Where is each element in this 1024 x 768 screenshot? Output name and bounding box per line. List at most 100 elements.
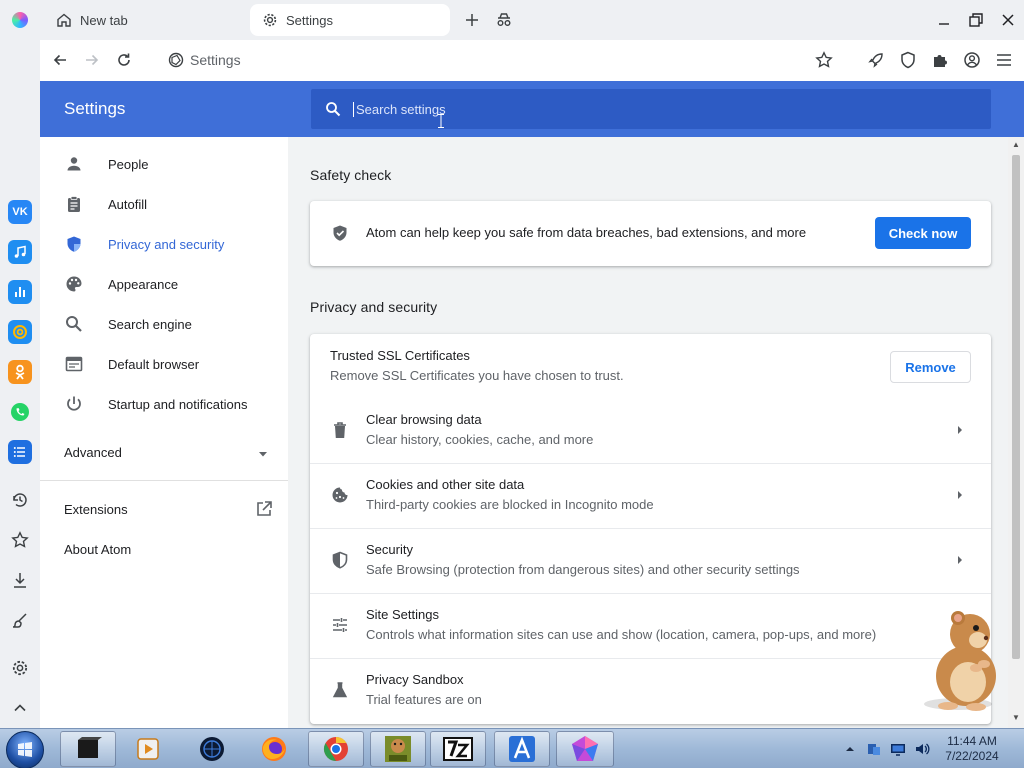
settings-main: Safety check Atom can help keep you safe… (288, 137, 1008, 728)
tab-new-tab[interactable]: New tab (44, 4, 244, 36)
search-input[interactable] (353, 101, 913, 117)
remove-button[interactable]: Remove (890, 351, 971, 383)
row-title: Privacy Sandbox (366, 672, 464, 687)
music-icon[interactable] (8, 240, 32, 264)
cookies-row[interactable]: Cookies and other site data Third-party … (310, 463, 991, 528)
list-icon[interactable] (8, 440, 32, 464)
stats-icon[interactable] (8, 280, 32, 304)
media-player-icon[interactable] (120, 731, 176, 767)
brush-icon[interactable] (10, 610, 30, 630)
address-bar[interactable]: Settings (160, 46, 800, 74)
extensions-puzzle-icon[interactable] (930, 50, 950, 70)
forward-arrow-icon[interactable] (82, 50, 102, 70)
ssl-certificates-row: Trusted SSL Certificates Remove SSL Cert… (310, 334, 991, 399)
account-icon[interactable] (962, 50, 982, 70)
chevron-right-icon (955, 424, 965, 436)
chevron-right-icon (955, 489, 965, 501)
site-settings-row[interactable]: Site Settings Controls what information … (310, 593, 991, 658)
scroll-down-arrow-icon[interactable]: ▼ (1012, 714, 1020, 722)
minimize-icon[interactable] (932, 8, 956, 32)
rocket-icon[interactable] (866, 50, 886, 70)
privacy-security-card: Trusted SSL Certificates Remove SSL Cert… (310, 334, 991, 724)
back-arrow-icon[interactable] (50, 50, 70, 70)
chrome-like-icon[interactable] (308, 731, 364, 767)
nav-item-default-browser[interactable]: Default browser (40, 344, 288, 384)
atom-logo-icon[interactable] (12, 12, 28, 28)
reload-icon[interactable] (114, 50, 134, 70)
atom-gem-icon[interactable] (556, 731, 614, 767)
page-scrollbar[interactable]: ▲ ▼ (1008, 137, 1024, 728)
extensions-label: Extensions (64, 501, 128, 517)
shield-icon (330, 550, 350, 570)
shield-outline-icon[interactable] (898, 50, 918, 70)
new-tab-plus-icon[interactable] (462, 10, 482, 30)
cookie-icon (330, 485, 350, 505)
restore-icon[interactable] (964, 8, 988, 32)
nav-item-appearance[interactable]: Appearance (40, 264, 288, 304)
taskbar-clock[interactable]: 11:44 AM 7/22/2024 (940, 734, 1004, 764)
atom-site-icon (168, 52, 184, 68)
atom-a-icon[interactable] (494, 731, 550, 767)
browser-toolbar: Settings (40, 40, 1024, 81)
7zip-icon[interactable] (430, 731, 486, 767)
hamster-sticker (924, 611, 996, 711)
nav-item-about-atom[interactable]: About Atom (40, 529, 288, 569)
tab-label: New tab (80, 12, 128, 28)
nav-item-startup-and-notifications[interactable]: Startup and notifications (40, 384, 288, 424)
globe-icon[interactable] (184, 731, 240, 767)
clock-time: 11:44 AM (947, 734, 997, 748)
tray-volume-icon[interactable] (914, 741, 930, 757)
row-subtitle: Safe Browsing (protection from dangerous… (366, 562, 800, 577)
search-settings-box[interactable] (311, 89, 991, 129)
nav-item-people[interactable]: People (40, 144, 288, 184)
shield-icon (64, 234, 84, 254)
incognito-icon[interactable] (494, 10, 514, 30)
search-icon (323, 99, 343, 119)
tray-expand-icon[interactable] (842, 741, 858, 757)
vk-icon[interactable]: VK (8, 200, 32, 224)
mail-at-icon[interactable] (8, 320, 32, 344)
bookmark-star-icon[interactable] (814, 50, 834, 70)
box-game-icon[interactable] (370, 731, 426, 767)
tray-monitor-icon[interactable] (890, 741, 906, 757)
privacy-security-heading: Privacy and security (310, 299, 438, 315)
settings-nav: People Autofill Privacy and security App… (40, 137, 288, 728)
tray-network-icon[interactable] (866, 741, 882, 757)
check-now-button[interactable]: Check now (875, 217, 971, 249)
settings-gear-icon[interactable] (10, 658, 30, 678)
firefox-icon[interactable] (246, 731, 302, 767)
clear-browsing-data-row[interactable]: Clear browsing data Clear history, cooki… (310, 398, 991, 463)
privacy-sandbox-row[interactable]: Privacy Sandbox Trial features are on (310, 658, 991, 723)
terminal-icon[interactable] (60, 731, 116, 767)
security-row[interactable]: Security Safe Browsing (protection from … (310, 528, 991, 593)
download-icon[interactable] (10, 570, 30, 590)
nav-item-privacy-and-security[interactable]: Privacy and security (40, 224, 288, 264)
whatsapp-icon[interactable] (8, 400, 32, 424)
chevron-up-icon[interactable] (10, 698, 30, 718)
nav-item-extensions[interactable]: Extensions (40, 489, 288, 529)
row-title: Security (366, 542, 413, 557)
home-icon (56, 12, 72, 28)
nav-item-search-engine[interactable]: Search engine (40, 304, 288, 344)
tab-strip: New tab Settings (0, 0, 1024, 40)
text-cursor-icon (438, 114, 444, 128)
row-subtitle: Trial features are on (366, 692, 482, 707)
nav-item-autofill[interactable]: Autofill (40, 184, 288, 224)
windows-taskbar: 11:44 AM 7/22/2024 (0, 728, 1024, 768)
close-icon[interactable] (996, 8, 1020, 32)
safety-check-heading: Safety check (310, 167, 392, 183)
star-icon[interactable] (10, 530, 30, 550)
scroll-thumb[interactable] (1012, 155, 1020, 659)
clipboard-icon (64, 194, 84, 214)
tab-settings[interactable]: Settings (250, 4, 450, 36)
scroll-up-arrow-icon[interactable]: ▲ (1012, 141, 1020, 149)
chevron-right-icon (955, 554, 965, 566)
menu-hamburger-icon[interactable] (994, 50, 1014, 70)
advanced-label: Advanced (64, 444, 122, 460)
nav-advanced-toggle[interactable]: Advanced (40, 432, 288, 472)
history-icon[interactable] (10, 490, 30, 510)
flask-icon (330, 680, 350, 700)
power-icon (64, 394, 84, 414)
start-button[interactable] (6, 731, 44, 768)
odnoklassniki-icon[interactable] (8, 360, 32, 384)
